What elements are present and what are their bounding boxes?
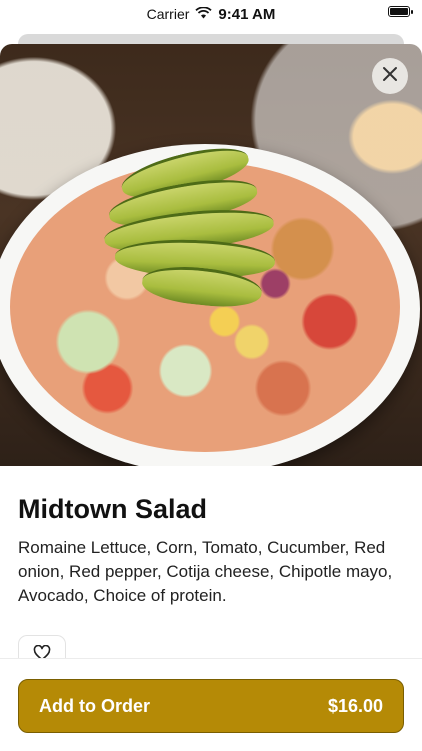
add-to-order-button[interactable]: Add to Order $16.00 bbox=[18, 679, 404, 733]
price-label: $16.00 bbox=[327, 695, 383, 716]
wifi-icon bbox=[195, 5, 213, 23]
item-title: Midtown Salad bbox=[18, 494, 207, 524]
bottom-action-bar: Add to Order $16.00 bbox=[0, 658, 422, 751]
status-bar: Carrier 9:41 AM bbox=[0, 0, 422, 28]
add-to-order-label: Add to Order bbox=[39, 695, 150, 716]
close-icon bbox=[382, 66, 398, 87]
item-photo bbox=[0, 44, 422, 466]
item-description: Romaine Lettuce, Corn, Tomato, Cucumber,… bbox=[18, 538, 393, 605]
carrier-label: Carrier bbox=[146, 6, 190, 22]
close-button[interactable] bbox=[372, 58, 408, 94]
clock: 9:41 AM bbox=[218, 5, 276, 23]
battery-icon bbox=[388, 6, 413, 17]
